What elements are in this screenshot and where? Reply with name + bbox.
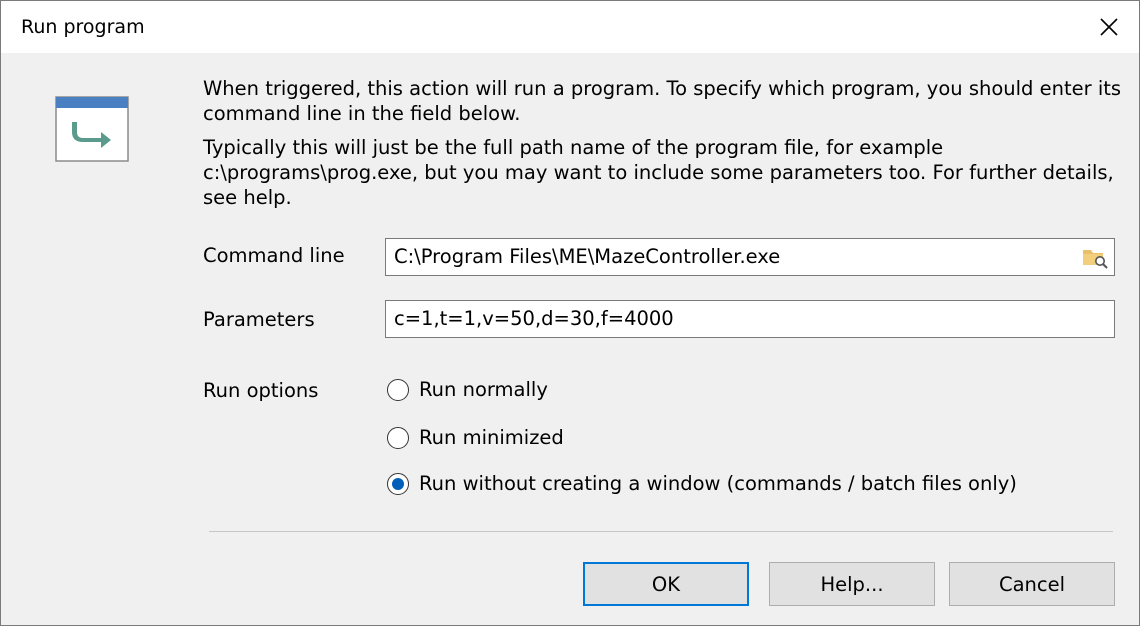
- run-program-icon: [55, 96, 129, 162]
- close-button[interactable]: [1079, 1, 1139, 53]
- radio-button-selected[interactable]: [387, 472, 409, 495]
- command-line-field[interactable]: [385, 238, 1115, 276]
- window-title: Run program: [21, 16, 145, 38]
- parameters-field[interactable]: [385, 300, 1115, 338]
- run-options-label: Run options: [203, 379, 319, 402]
- radio-label: Run normally: [419, 378, 548, 401]
- radio-button[interactable]: [387, 426, 409, 449]
- radio-run-without-window[interactable]: Run without creating a window (commands …: [387, 472, 1017, 495]
- run-program-dialog: Run program When triggered, this action …: [0, 0, 1140, 626]
- radio-run-minimized[interactable]: Run minimized: [387, 426, 564, 449]
- folder-search-icon[interactable]: [1082, 245, 1108, 269]
- command-line-input[interactable]: [394, 239, 1074, 275]
- help-button[interactable]: Help...: [769, 562, 935, 606]
- parameters-label: Parameters: [203, 308, 315, 331]
- radio-run-normally[interactable]: Run normally: [387, 378, 548, 401]
- separator: [209, 531, 1113, 532]
- radio-label: Run without creating a window (commands …: [419, 472, 1017, 495]
- radio-label: Run minimized: [419, 426, 564, 449]
- cancel-button[interactable]: Cancel: [949, 562, 1115, 606]
- title-bar: Run program: [1, 1, 1139, 53]
- command-line-label: Command line: [203, 244, 345, 267]
- radio-selected-dot: [392, 477, 404, 490]
- parameters-input[interactable]: [394, 301, 1106, 337]
- description-paragraph-1: When triggered, this action will run a p…: [203, 77, 1122, 125]
- radio-button[interactable]: [387, 378, 409, 401]
- ok-button[interactable]: OK: [583, 562, 749, 606]
- description-paragraph-2: Typically this will just be the full pat…: [203, 136, 1114, 209]
- close-icon: [1100, 18, 1118, 36]
